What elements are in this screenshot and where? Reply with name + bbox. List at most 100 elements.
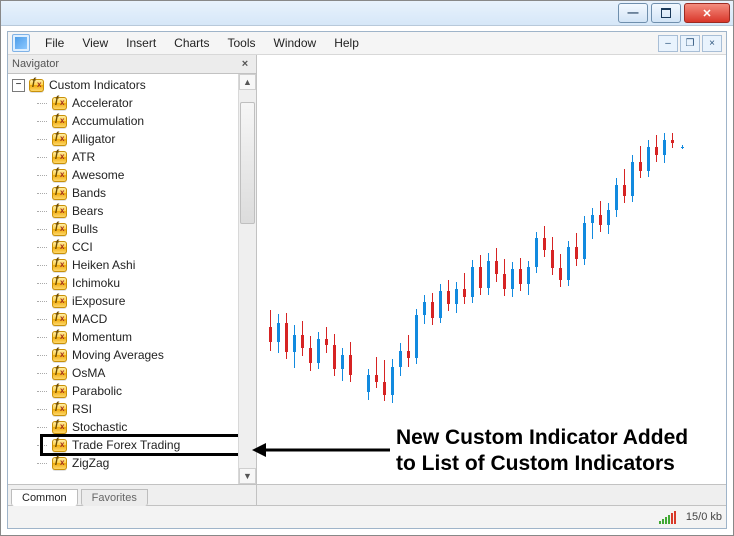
tree-item[interactable]: Stochastic	[12, 418, 238, 436]
tree-branch-icon	[32, 175, 52, 176]
tree-item[interactable]: ZigZag	[12, 454, 238, 472]
tree-item[interactable]: Bands	[12, 184, 238, 202]
indicator-icon	[52, 349, 67, 362]
menu-tools[interactable]: Tools	[219, 34, 265, 52]
mdi-restore-button[interactable]: ❐	[680, 35, 700, 52]
tree-item-label: Bands	[71, 186, 106, 200]
mdi-minimize-button[interactable]: –	[658, 35, 678, 52]
menu-bar: FileViewInsertChartsToolsWindowHelp – ❐ …	[8, 32, 726, 55]
navigator-tree[interactable]: − Custom Indicators Accelerator Accumulat…	[8, 74, 238, 484]
indicator-icon	[52, 277, 67, 290]
close-button[interactable]: ✕	[684, 3, 730, 23]
tree-item[interactable]: Moving Averages	[12, 346, 238, 364]
menu-window[interactable]: Window	[265, 34, 326, 52]
candle	[423, 295, 426, 324]
candle	[663, 133, 666, 163]
indicator-icon	[52, 367, 67, 380]
scroll-thumb[interactable]	[240, 102, 255, 224]
tree-item-label: Trade Forex Trading	[71, 438, 180, 452]
tree-item[interactable]: Trade Forex Trading	[12, 436, 238, 454]
tree-branch-icon	[32, 211, 52, 212]
indicator-icon	[52, 205, 67, 218]
minimize-button[interactable]: —	[618, 3, 648, 23]
candle	[309, 336, 312, 371]
tree-branch-icon	[32, 229, 52, 230]
tree-branch-icon	[32, 121, 52, 122]
tree-item[interactable]: Accumulation	[12, 112, 238, 130]
navigator-scrollbar[interactable]: ▲ ▼	[238, 74, 256, 484]
candle	[391, 359, 394, 403]
navigator-header: Navigator ×	[8, 55, 256, 74]
tree-item[interactable]: Momentum	[12, 328, 238, 346]
tree-item[interactable]: Bulls	[12, 220, 238, 238]
candle	[511, 262, 514, 297]
candle	[367, 369, 370, 400]
indicator-icon	[29, 79, 44, 92]
tree-item[interactable]: Parabolic	[12, 382, 238, 400]
menu-file[interactable]: File	[36, 34, 73, 52]
candle	[599, 201, 602, 232]
candle	[447, 280, 450, 311]
candle	[543, 226, 546, 257]
candlestick-chart[interactable]	[257, 55, 726, 484]
navigator-tabs: Common Favorites	[8, 484, 256, 505]
tab-favorites[interactable]: Favorites	[81, 489, 148, 506]
tree-item[interactable]: Bears	[12, 202, 238, 220]
maximize-button[interactable]	[651, 3, 681, 23]
tree-item-label: Awesome	[71, 168, 124, 182]
tree-branch-icon	[32, 283, 52, 284]
menu-charts[interactable]: Charts	[165, 34, 218, 52]
candle	[535, 232, 538, 273]
tree-item[interactable]: Accelerator	[12, 94, 238, 112]
tree-item-label: Accumulation	[71, 114, 144, 128]
annotation-line2: to List of Custom Indicators	[396, 451, 688, 477]
candle	[607, 203, 610, 234]
candle	[317, 332, 320, 369]
candle	[575, 233, 578, 266]
tree-branch-icon	[32, 157, 52, 158]
indicator-icon	[52, 295, 67, 308]
menu-insert[interactable]: Insert	[117, 34, 165, 52]
scroll-up-button[interactable]: ▲	[239, 74, 256, 90]
mdi-close-button[interactable]: ×	[702, 35, 722, 52]
tree-item[interactable]: ATR	[12, 148, 238, 166]
candle	[349, 342, 352, 382]
navigator-close-button[interactable]: ×	[238, 57, 252, 71]
tree-item[interactable]: CCI	[12, 238, 238, 256]
tree-item-label: Moving Averages	[71, 348, 164, 362]
tree-branch-icon	[32, 265, 52, 266]
tree-item[interactable]: Ichimoku	[12, 274, 238, 292]
tree-root-custom-indicators[interactable]: − Custom Indicators	[12, 76, 238, 94]
tree-item[interactable]: iExposure	[12, 292, 238, 310]
tree-item[interactable]: MACD	[12, 310, 238, 328]
tree-item[interactable]: OsMA	[12, 364, 238, 382]
indicator-icon	[52, 115, 67, 128]
indicator-icon	[52, 223, 67, 236]
candle	[399, 343, 402, 376]
tree-branch-icon	[32, 391, 52, 392]
indicator-icon	[52, 331, 67, 344]
collapse-icon[interactable]: −	[12, 79, 25, 92]
tree-item-label: MACD	[71, 312, 107, 326]
tab-common[interactable]: Common	[11, 489, 78, 506]
tree-branch-icon	[32, 409, 52, 410]
menu-view[interactable]: View	[73, 34, 117, 52]
menu-help[interactable]: Help	[325, 34, 368, 52]
tree-branch-icon	[32, 355, 52, 356]
candle	[503, 259, 506, 296]
candle	[519, 258, 522, 291]
tree-item[interactable]: Awesome	[12, 166, 238, 184]
status-kb: 15/0 kb	[686, 511, 722, 523]
tree-item[interactable]: Alligator	[12, 130, 238, 148]
tree-item[interactable]: Heiken Ashi	[12, 256, 238, 274]
candle	[583, 216, 586, 265]
tree-item-label: ZigZag	[71, 456, 109, 470]
scroll-down-button[interactable]: ▼	[239, 468, 256, 484]
indicator-icon	[52, 169, 67, 182]
tree-branch-icon	[32, 373, 52, 374]
indicator-icon	[52, 259, 67, 272]
annotation-line1: New Custom Indicator Added	[396, 425, 688, 451]
status-bar: 15/0 kb	[8, 505, 726, 528]
candle	[301, 321, 304, 356]
tree-item[interactable]: RSI	[12, 400, 238, 418]
